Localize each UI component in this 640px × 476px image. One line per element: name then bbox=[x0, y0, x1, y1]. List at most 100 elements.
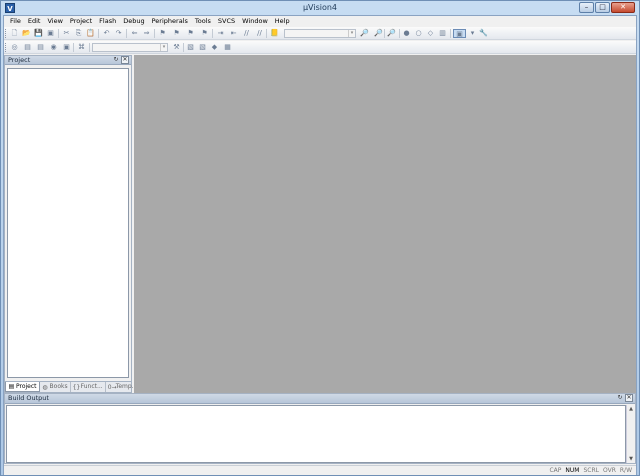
build-output-text[interactable] bbox=[6, 405, 626, 463]
indent-icon[interactable]: ⇥ bbox=[216, 29, 225, 38]
functions-icon: {} bbox=[72, 383, 81, 391]
incremental-find-icon[interactable]: 🔎 bbox=[374, 29, 383, 38]
toolbar-separator bbox=[266, 29, 267, 38]
debug-start-icon[interactable]: ● bbox=[402, 29, 411, 38]
open-file-icon[interactable]: 📂 bbox=[22, 29, 31, 38]
project-pane: Project ↻ ✕ ▤ Project ◍ Books {} Funct..… bbox=[4, 55, 141, 393]
menu-window[interactable]: Window bbox=[239, 16, 272, 27]
comment-icon[interactable]: // bbox=[242, 29, 251, 38]
target-select-combo[interactable]: ▾ bbox=[92, 43, 168, 52]
toolbar-separator bbox=[73, 43, 74, 52]
toolbar-grip[interactable] bbox=[5, 29, 8, 38]
close-icon[interactable]: ✕ bbox=[625, 394, 633, 402]
bookmark-set-icon[interactable]: ⚑ bbox=[158, 29, 167, 38]
redo-icon[interactable]: ↷ bbox=[114, 29, 123, 38]
tab-label: Books bbox=[49, 383, 68, 390]
maximize-button[interactable]: □ bbox=[595, 2, 610, 13]
find-in-files-icon[interactable]: 📒 bbox=[270, 29, 279, 38]
unindent-icon[interactable]: ⇤ bbox=[229, 29, 238, 38]
new-file-icon[interactable]: 🗋 bbox=[10, 29, 19, 38]
status-cap: CAP bbox=[549, 467, 562, 474]
window-layout-icon[interactable]: ▣ bbox=[453, 29, 466, 38]
paste-icon[interactable]: 📋 bbox=[86, 29, 95, 38]
tab-label: Project bbox=[16, 382, 37, 390]
toolbar-grip[interactable] bbox=[5, 43, 8, 52]
bookmark-clear-icon[interactable]: ⚑ bbox=[200, 29, 209, 38]
breakpoint-disable-icon[interactable]: ◇ bbox=[426, 29, 435, 38]
file-extensions-icon[interactable]: ▧ bbox=[186, 43, 195, 52]
chevron-down-icon[interactable]: ▾ bbox=[160, 44, 167, 51]
chevron-down-icon[interactable]: ▾ bbox=[348, 30, 355, 37]
menu-file[interactable]: File bbox=[7, 16, 25, 27]
uncomment-icon[interactable]: // bbox=[255, 29, 264, 38]
manage-components-icon[interactable]: ▧ bbox=[198, 43, 207, 52]
scroll-up-icon[interactable]: ▲ bbox=[627, 405, 635, 413]
menu-project[interactable]: Project bbox=[67, 16, 96, 27]
menu-tools[interactable]: Tools bbox=[192, 16, 215, 27]
cut-icon[interactable]: ✂ bbox=[62, 29, 71, 38]
find-combo[interactable]: ▾ bbox=[284, 29, 356, 38]
file-toolbar: 🗋 📂 💾 ▣ ✂ ⎘ 📋 ↶ ↷ ⇐ ⇒ ⚑ ⚑ ⚑ ⚑ ⇥ ⇤ // // bbox=[4, 27, 636, 40]
menu-view[interactable]: View bbox=[44, 16, 66, 27]
target-options-icon[interactable]: ⚒ bbox=[172, 43, 181, 52]
build-icon[interactable]: ▤ bbox=[23, 43, 32, 52]
menu-help[interactable]: Help bbox=[272, 16, 294, 27]
close-icon[interactable]: ✕ bbox=[121, 56, 129, 64]
translate-icon[interactable]: ◎ bbox=[10, 43, 19, 52]
menu-edit[interactable]: Edit bbox=[25, 16, 45, 27]
menu-flash[interactable]: Flash bbox=[96, 16, 120, 27]
toolbar-separator bbox=[154, 29, 155, 38]
save-all-icon[interactable]: ▣ bbox=[46, 29, 55, 38]
project-tree[interactable] bbox=[7, 68, 129, 378]
configuration-icon[interactable]: 🔧 bbox=[479, 29, 488, 38]
tab-functions[interactable]: {} Funct... bbox=[71, 382, 106, 392]
project-pane-tabs: ▤ Project ◍ Books {} Funct... 0→ Temp... bbox=[5, 381, 141, 392]
pin-icon[interactable]: ↻ bbox=[112, 56, 120, 64]
menu-debug[interactable]: Debug bbox=[120, 16, 148, 27]
bookmark-prev-icon[interactable]: ⚑ bbox=[172, 29, 181, 38]
build-output-header[interactable]: Build Output ↻ ✕ bbox=[5, 394, 635, 404]
copy-icon[interactable]: ⎘ bbox=[74, 29, 83, 38]
download-icon[interactable]: ⌘ bbox=[77, 43, 86, 52]
toolbar-separator bbox=[98, 29, 99, 38]
status-ovr: OVR bbox=[602, 467, 616, 474]
project-icon: ▤ bbox=[8, 383, 15, 390]
rebuild-icon[interactable]: ▤ bbox=[36, 43, 45, 52]
menu-svcs[interactable]: SVCS bbox=[215, 16, 239, 27]
zoom-icon[interactable]: 🔎 bbox=[387, 29, 396, 38]
scroll-down-icon[interactable]: ▼ bbox=[627, 455, 635, 463]
stop-build-icon[interactable]: ▣ bbox=[62, 43, 71, 52]
title-bar[interactable]: V µVision4 – □ ✕ bbox=[1, 1, 639, 15]
tab-project[interactable]: ▤ Project bbox=[5, 382, 40, 392]
tab-books[interactable]: ◍ Books bbox=[40, 382, 71, 392]
batch-build-icon[interactable]: ◉ bbox=[49, 43, 58, 52]
chevron-down-icon[interactable]: ▾ bbox=[468, 29, 477, 38]
find-icon[interactable]: 🔎 bbox=[360, 29, 369, 38]
select-packs-icon[interactable]: ◆ bbox=[210, 43, 219, 52]
editor-area[interactable] bbox=[134, 55, 636, 393]
build-output-scrollbar[interactable]: ▲ ▼ bbox=[626, 405, 635, 463]
breakpoint-insert-icon[interactable]: ○ bbox=[414, 29, 423, 38]
pin-icon[interactable]: ↻ bbox=[616, 394, 624, 402]
navigate-back-icon[interactable]: ⇐ bbox=[130, 29, 139, 38]
toolbar-separator bbox=[58, 29, 59, 38]
build-output-controls: ↻ ✕ bbox=[615, 394, 633, 402]
environment-icon[interactable]: ▦ bbox=[223, 43, 232, 52]
undo-icon[interactable]: ↶ bbox=[102, 29, 111, 38]
project-pane-header[interactable]: Project ↻ ✕ bbox=[5, 56, 131, 65]
minimize-button[interactable]: – bbox=[579, 2, 594, 13]
menu-bar: File Edit View Project Flash Debug Perip… bbox=[4, 16, 636, 27]
save-icon[interactable]: 💾 bbox=[34, 29, 43, 38]
bookmark-next-icon[interactable]: ⚑ bbox=[186, 29, 195, 38]
menu-peripherals[interactable]: Peripherals bbox=[149, 16, 192, 27]
status-bar: CAP NUM SCRL OVR R/W bbox=[4, 465, 636, 475]
navigate-forward-icon[interactable]: ⇒ bbox=[142, 29, 151, 38]
toolbar-separator bbox=[450, 29, 451, 38]
build-output-title: Build Output bbox=[8, 394, 49, 402]
build-toolbar: ◎ ▤ ▤ ◉ ▣ ⌘ ▾ ⚒ ▧ ▧ ◆ ▦ bbox=[4, 41, 636, 54]
status-indicators: CAP NUM SCRL OVR R/W bbox=[545, 466, 632, 476]
breakpoint-kill-icon[interactable]: ▥ bbox=[438, 29, 447, 38]
client-area: File Edit View Project Flash Debug Perip… bbox=[3, 15, 637, 475]
window-controls: – □ ✕ bbox=[578, 2, 635, 13]
close-button[interactable]: ✕ bbox=[611, 2, 635, 13]
